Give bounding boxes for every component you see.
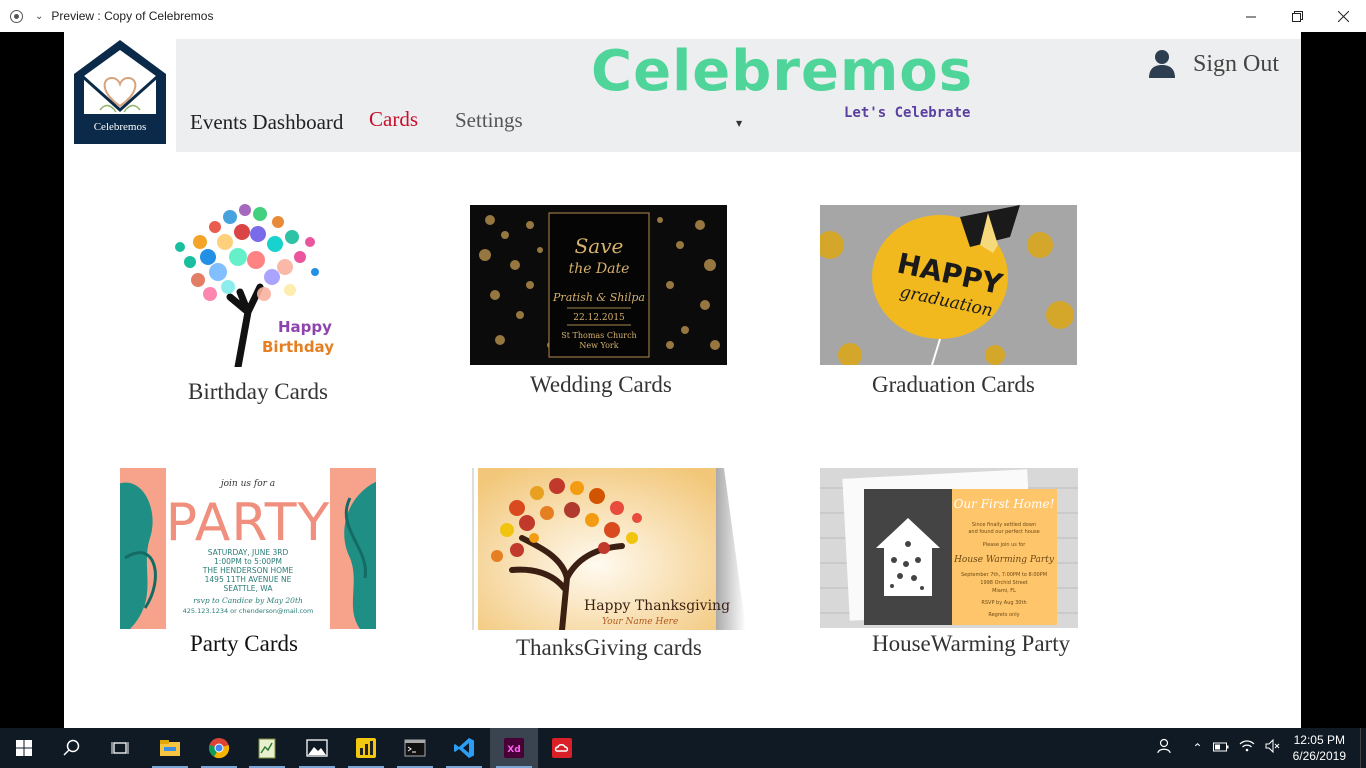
terminal-icon[interactable]: [391, 728, 439, 768]
card-label[interactable]: Wedding Cards: [530, 372, 672, 398]
card-graduation[interactable]: HAPPY graduation Graduation Cards: [820, 205, 1080, 405]
birthday-card-image[interactable]: Happy Birthday: [160, 202, 340, 367]
chevron-down-icon[interactable]: ⌄: [35, 11, 43, 22]
photos-icon[interactable]: [293, 728, 341, 768]
windows-start-icon[interactable]: [0, 728, 48, 768]
logo-text: Celebremos: [93, 121, 147, 133]
card-label[interactable]: HouseWarming Party: [872, 631, 1070, 657]
card-label[interactable]: Birthday Cards: [188, 379, 328, 405]
graduation-card-image[interactable]: HAPPY graduation: [820, 205, 1077, 365]
svg-text:Regrets only: Regrets only: [988, 612, 1019, 618]
nav-cards[interactable]: Cards: [369, 107, 418, 132]
svg-text:RSVP by Aug 30th: RSVP by Aug 30th: [981, 600, 1026, 606]
svg-text:the Date: the Date: [569, 261, 630, 277]
svg-text:1998 Orchid Street: 1998 Orchid Street: [980, 580, 1027, 586]
chrome-icon[interactable]: [195, 728, 243, 768]
card-label[interactable]: Party Cards: [190, 631, 298, 657]
svg-text:22.12.2015: 22.12.2015: [573, 313, 625, 323]
svg-text:Happy Thanksgiving: Happy Thanksgiving: [584, 598, 730, 614]
search-icon[interactable]: [48, 728, 96, 768]
app-window: Celebremos Celebremos Let's Celebrate Ev…: [64, 32, 1301, 728]
svg-text:St Thomas Church: St Thomas Church: [561, 331, 636, 340]
creative-cloud-icon[interactable]: [538, 728, 586, 768]
svg-text:425.123.1234 or chenderson@mai: 425.123.1234 or chenderson@mail.com: [183, 607, 314, 615]
card-party[interactable]: join us for a PARTY SATURDAY, JUNE 3RD 1…: [120, 468, 380, 668]
volume-muted-icon[interactable]: [1265, 738, 1281, 758]
sign-out-link[interactable]: Sign Out: [1193, 51, 1279, 78]
battery-icon[interactable]: [1212, 739, 1229, 757]
svg-text:Your Name Here: Your Name Here: [602, 617, 678, 627]
record-icon[interactable]: [10, 9, 23, 23]
svg-text:Since finally settled down: Since finally settled down: [972, 522, 1036, 528]
svg-text:PARTY: PARTY: [166, 493, 330, 553]
windows-taskbar: Xd ⌃ 12:05 PM 6/26/2019: [0, 728, 1366, 768]
svg-text:SATURDAY, JUNE 3RD: SATURDAY, JUNE 3RD: [208, 548, 289, 557]
card-wedding[interactable]: Save the Date Pratish & Shilpa 22.12.201…: [470, 205, 730, 405]
svg-text:1:00PM to 5:00PM: 1:00PM to 5:00PM: [214, 557, 282, 566]
card-thanksgiving[interactable]: Happy Thanksgiving Your Name Here Thanks…: [472, 468, 752, 668]
svg-text:join us for a: join us for a: [219, 479, 275, 489]
window-title: Preview : Copy of Celebremos: [51, 9, 214, 23]
restore-button[interactable]: [1274, 0, 1320, 32]
adobe-xd-icon[interactable]: Xd: [490, 728, 538, 768]
party-card-image[interactable]: join us for a PARTY SATURDAY, JUNE 3RD 1…: [120, 468, 376, 629]
close-button[interactable]: [1320, 0, 1366, 32]
brand-title: Celebremos: [591, 39, 974, 104]
svg-text:1495 11TH AVENUE NE: 1495 11TH AVENUE NE: [205, 575, 292, 584]
vscode-icon[interactable]: [440, 728, 488, 768]
user-icon[interactable]: [1147, 48, 1177, 78]
nav-events-dashboard[interactable]: Events Dashboard: [190, 110, 343, 135]
svg-text:House Warming Party: House Warming Party: [953, 555, 1055, 565]
system-tray: ⌃ 12:05 PM 6/26/2019: [1156, 728, 1366, 768]
wifi-icon[interactable]: [1239, 739, 1255, 758]
nav-settings[interactable]: Settings: [455, 108, 523, 133]
svg-text:Birthday: Birthday: [262, 338, 334, 356]
notifications-icon[interactable]: [1360, 728, 1364, 768]
thanksgiving-card-image[interactable]: Happy Thanksgiving Your Name Here: [472, 468, 746, 630]
close-icon: [1337, 10, 1349, 22]
svg-text:Xd: Xd: [507, 745, 520, 755]
card-label[interactable]: ThanksGiving cards: [516, 635, 702, 661]
minimize-icon: [1245, 16, 1256, 17]
svg-text:September 7th, 7:00PM to 8:00P: September 7th, 7:00PM to 8:00PM: [961, 572, 1047, 578]
svg-text:THE HENDERSON HOME: THE HENDERSON HOME: [202, 566, 294, 575]
card-housewarming[interactable]: Our First Home! Since finally settled do…: [820, 468, 1100, 668]
wedding-card-image[interactable]: Save the Date Pratish & Shilpa 22.12.201…: [470, 205, 727, 365]
file-explorer-icon[interactable]: [146, 728, 194, 768]
svg-text:Pratish & Shilpa: Pratish & Shilpa: [552, 291, 645, 304]
card-birthday[interactable]: Happy Birthday Birthday Cards: [160, 202, 340, 412]
task-view-icon[interactable]: [96, 728, 144, 768]
svg-text:Miami, FL: Miami, FL: [992, 588, 1016, 594]
people-icon[interactable]: [1156, 738, 1173, 759]
svg-text:and found our perfect house: and found our perfect house: [968, 529, 1039, 535]
taskbar-clock[interactable]: 12:05 PM 6/26/2019: [1293, 732, 1346, 764]
clock-time: 12:05 PM: [1293, 733, 1345, 747]
window-titlebar: ⌄ Preview : Copy of Celebremos: [0, 0, 1366, 32]
notepad-icon[interactable]: [243, 728, 291, 768]
svg-text:Save: Save: [575, 234, 624, 258]
header-bar: Celebremos Let's Celebrate Events Dashbo…: [176, 39, 1301, 152]
celebremos-logo[interactable]: Celebremos: [70, 40, 170, 144]
svg-text:rsvp to Candice by May 20th: rsvp to Candice by May 20th: [193, 596, 303, 605]
svg-text:Our First Home!: Our First Home!: [954, 497, 1055, 511]
chevron-up-icon[interactable]: ⌃: [1193, 741, 1203, 755]
dropdown-caret-icon[interactable]: ▼: [736, 119, 742, 128]
housewarming-card-image[interactable]: Our First Home! Since finally settled do…: [820, 468, 1078, 628]
brand-tagline: Let's Celebrate: [844, 105, 971, 121]
restore-icon: [1291, 10, 1303, 22]
clock-date: 6/26/2019: [1292, 749, 1346, 763]
power-bi-icon[interactable]: [342, 728, 390, 768]
minimize-button[interactable]: [1228, 0, 1274, 32]
svg-text:Happy: Happy: [278, 318, 332, 336]
card-label[interactable]: Graduation Cards: [872, 372, 1035, 398]
svg-text:Please join us for: Please join us for: [983, 542, 1027, 548]
svg-text:SEATTLE, WA: SEATTLE, WA: [224, 584, 274, 593]
svg-text:New York: New York: [579, 341, 618, 350]
